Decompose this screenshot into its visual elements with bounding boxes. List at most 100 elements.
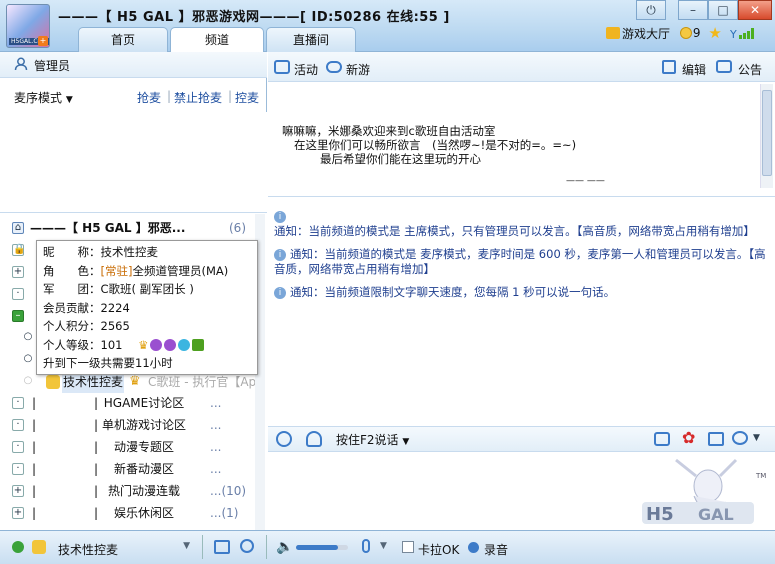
chat-message: i 通知：当前频道限制文字聊天速度，您每隔 1 秒可以说一句话。 <box>274 285 769 300</box>
tree-guide: | <box>94 396 99 410</box>
chevron-down-icon[interactable]: ▼ <box>753 433 760 443</box>
room-row[interactable]: · | | 单机游戏讨论区... <box>0 414 262 436</box>
room-label: 娱乐休闲区 <box>113 506 174 520</box>
room-count: ... <box>210 440 222 454</box>
main-toolbar: 活动 新游 编辑 公告 <box>268 52 775 82</box>
close-button[interactable]: ✕ <box>738 0 772 20</box>
room-row[interactable]: · | | 动漫专题区... <box>0 436 262 458</box>
emoji-icon[interactable] <box>276 431 292 447</box>
chat-bubble-icon[interactable] <box>732 431 748 445</box>
announcement-line: 在这里你们可以畅所欲言 (当然啰~!是不对的=。=~) <box>294 138 577 152</box>
node-icon[interactable]: · <box>12 419 24 431</box>
screen-icon[interactable] <box>214 540 230 554</box>
expand-icon[interactable]: + <box>12 485 24 497</box>
announcement-line: —— —— <box>566 176 605 184</box>
room-label: 热门动漫连载 <box>107 484 180 498</box>
mic-mode-dropdown[interactable]: 麦序模式 ▼ <box>14 89 73 106</box>
top-right-toolbar: 游戏大厅 9 ★ Y <box>606 24 758 44</box>
minimize-button[interactable]: – <box>678 0 708 20</box>
control-mic-link[interactable]: 控麦 <box>235 89 259 106</box>
volume-slider[interactable] <box>296 545 348 550</box>
divider: | <box>228 89 233 103</box>
tree-badge-icon <box>192 339 205 351</box>
room-label: 动漫专题区 <box>113 440 174 454</box>
chat-message-text: 通知：当前频道的模式是 主席模式，只有管理员可以发言。【高音质，网络带宽占用稍有… <box>274 224 755 238</box>
divider <box>266 535 267 559</box>
coin-count: 9 <box>692 26 701 40</box>
nickname-value: 技术性控麦 <box>100 245 159 259</box>
tree-guide: | <box>94 506 99 520</box>
scroll-thumb[interactable] <box>762 90 772 176</box>
signal-icon: Y <box>729 26 758 41</box>
power-icon[interactable]: ⏻ <box>636 0 666 20</box>
expand-icon[interactable]: + <box>12 507 24 519</box>
announcement-line: 最后希望你们能在这里玩的开心 <box>320 152 481 166</box>
crown-icon: ♛ <box>138 337 149 352</box>
svg-text:Y: Y <box>730 28 737 40</box>
expand-icon: + <box>12 266 24 278</box>
admin-bar: 管理员 <box>0 52 267 78</box>
avatar-icon[interactable] <box>306 431 322 447</box>
tree-root[interactable]: ⌂ ———【 H5 GAL 】邪恶... (6) <box>0 217 262 239</box>
status-bar: 技术性控麦 ▼ 🔈 ▼ 卡拉OK 录音 <box>0 530 775 564</box>
svg-text:TM: TM <box>755 472 766 480</box>
node-icon[interactable]: · <box>12 441 24 453</box>
tv-icon[interactable] <box>654 432 670 446</box>
tree-root-label: ———【 H5 GAL 】邪恶... <box>30 221 186 235</box>
record-label[interactable]: 录音 <box>484 541 508 558</box>
contrib-key: 会员贡献： <box>43 300 101 315</box>
chat-message-text: 通知：当前频道限制文字聊天速度，您每隔 1 秒可以说一句话。 <box>290 285 616 299</box>
chevron-down-icon[interactable]: ▼ <box>380 541 387 551</box>
divider <box>202 535 203 559</box>
edit-icon <box>662 60 676 74</box>
mic-mode-bar: 麦序模式 ▼ 抢麦 | 禁止抢麦 | 控麦 <box>0 80 267 110</box>
room-row[interactable]: + | | 娱乐休闲区 ...(1) <box>0 502 262 524</box>
announcement-scrollbar[interactable] <box>760 84 773 188</box>
channel-logo[interactable]: H5GAL.Com + <box>6 4 50 48</box>
chevron-down-icon: ▼ <box>183 541 190 551</box>
level-value: 101 <box>100 337 123 352</box>
tree-guide: | <box>32 440 37 454</box>
maximize-button[interactable]: □ <box>708 0 738 20</box>
flower-icon[interactable]: ✿ <box>682 428 695 447</box>
role-tag: [常驻] <box>100 263 133 278</box>
node-icon[interactable]: · <box>12 463 24 475</box>
edit-button[interactable]: 编辑 <box>682 61 706 78</box>
game-hall-icon[interactable] <box>606 27 620 39</box>
tree-root-count: (6) <box>229 221 246 235</box>
grab-mic-link[interactable]: 抢麦 <box>137 89 161 106</box>
level-key: 个人等级： <box>43 337 101 352</box>
activity-button[interactable]: 活动 <box>294 61 318 78</box>
chat-message-text: 通知：当前频道的模式是 麦序模式，麦序时间是 600 秒，麦序第一人和管理员可以… <box>274 247 766 276</box>
speaker-icon[interactable]: 🔈 <box>276 539 293 555</box>
star-icon[interactable]: ★ <box>708 24 721 42</box>
game-hall-link[interactable]: 游戏大厅 <box>622 25 670 42</box>
tab-channel[interactable]: 频道 <box>170 27 264 53</box>
divider: | <box>167 89 172 103</box>
logo-badge-icon: + <box>38 36 48 46</box>
karaoke-checkbox[interactable] <box>402 541 414 553</box>
army-key: 军 团： <box>43 282 101 296</box>
toolbox-icon[interactable] <box>708 432 724 446</box>
admin-label[interactable]: 管理员 <box>34 57 70 74</box>
forbid-grab-mic-link[interactable]: 禁止抢麦 <box>174 89 222 106</box>
tree-guide: | <box>32 462 37 476</box>
push-to-talk-button[interactable]: 按住F2说话 ▼ <box>336 431 409 448</box>
message-input[interactable]: H5 GAL TM <box>268 452 775 530</box>
room-row[interactable]: · | | HGAME讨论区... <box>0 392 262 414</box>
info-icon: i <box>274 210 286 223</box>
notice-button[interactable]: 公告 <box>738 61 762 78</box>
svg-text:H5: H5 <box>646 504 674 525</box>
search-icon[interactable] <box>240 539 254 553</box>
tab-live[interactable]: 直播间 <box>266 27 356 52</box>
room-row[interactable]: + | | 热门动漫连载 ...(10) <box>0 480 262 502</box>
tab-home[interactable]: 首页 <box>78 27 168 52</box>
node-icon[interactable]: · <box>12 397 24 409</box>
admin-icon <box>14 57 28 71</box>
status-user-dropdown[interactable]: 技术性控麦 ▼ <box>58 541 192 558</box>
mic-icon[interactable] <box>362 539 370 553</box>
room-row[interactable]: · | | 新番动漫区... <box>0 458 262 480</box>
record-icon[interactable] <box>468 542 479 553</box>
karaoke-label[interactable]: 卡拉OK <box>418 541 459 558</box>
new-games-button[interactable]: 新游 <box>346 61 370 78</box>
